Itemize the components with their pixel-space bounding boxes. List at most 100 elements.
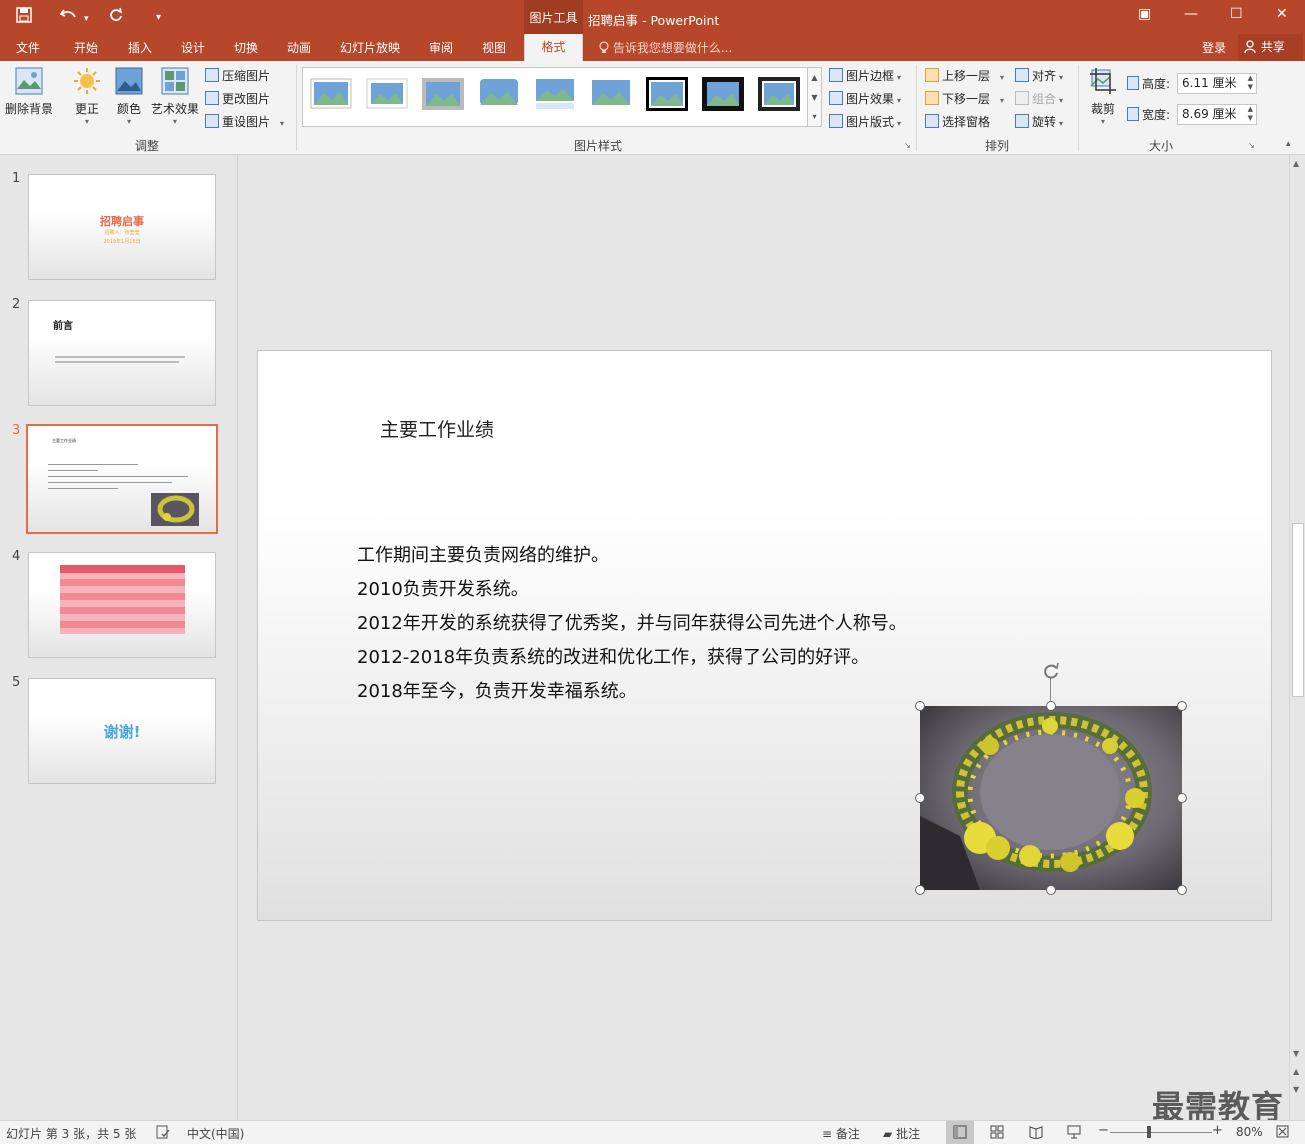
language-indicator[interactable]: 中文(中国) <box>187 1125 244 1142</box>
tab-home[interactable]: 开始 <box>74 39 98 56</box>
corrections-button[interactable]: 更正 ▾ <box>70 67 104 131</box>
selection-pane-button[interactable]: 选择窗格 <box>925 113 990 130</box>
comments-button[interactable]: ▰ 批注 <box>883 1125 920 1142</box>
zoom-in-button[interactable]: + <box>1212 1123 1223 1138</box>
styles-launcher-icon[interactable]: ↘ <box>904 141 911 150</box>
collapse-ribbon-icon[interactable]: ▴ <box>1286 139 1291 149</box>
slide-thumbnail-1[interactable]: 招聘启事 招聘人：张莹莹 2019年1月15日 <box>28 174 216 280</box>
tab-design[interactable]: 设计 <box>181 39 205 56</box>
minimize-icon[interactable]: — <box>1184 6 1198 22</box>
picture-style-thumb[interactable] <box>758 77 800 111</box>
picture-layout-button[interactable]: 图片版式 ▾ <box>829 113 901 130</box>
redo-icon[interactable] <box>108 7 124 27</box>
picture-style-thumb[interactable] <box>478 77 520 111</box>
width-spinner-icon[interactable]: ▲ ▼ <box>1248 105 1253 123</box>
undo-icon[interactable] <box>59 7 78 27</box>
resize-handle-sw[interactable] <box>915 885 925 895</box>
picture-style-thumb[interactable] <box>702 77 744 111</box>
current-slide[interactable]: 主要工作业绩 工作期间主要负责网络的维护。 2010负责开发系统。 2012年开… <box>257 350 1272 921</box>
scroll-up-icon[interactable]: ▲ <box>1293 159 1299 168</box>
fit-to-window-icon[interactable] <box>1276 1125 1289 1141</box>
gallery-scroll[interactable]: ▲ ▼ ▾ <box>808 67 822 127</box>
login-button[interactable]: 登录 <box>1202 39 1226 56</box>
resize-handle-n[interactable] <box>1046 701 1056 711</box>
picture-border-button[interactable]: 图片边框 ▾ <box>829 67 901 84</box>
compress-pictures-button[interactable]: 压缩图片 <box>205 67 270 84</box>
next-slide-icon[interactable]: ▼ <box>1293 1085 1299 1094</box>
slide-sorter-button[interactable] <box>990 1125 1004 1142</box>
slide-body-line[interactable]: 2010负责开发系统。 <box>357 575 529 601</box>
picture-style-thumb[interactable] <box>422 77 464 111</box>
crop-button[interactable]: 裁剪 ▾ <box>1086 67 1120 131</box>
customize-qa-icon[interactable]: ▾ <box>156 9 161 27</box>
undo-dropdown-icon[interactable]: ▾ <box>84 10 89 28</box>
resize-handle-ne[interactable] <box>1177 701 1187 711</box>
zoom-slider-thumb[interactable] <box>1147 1126 1151 1138</box>
previous-slide-icon[interactable]: ▲ <box>1293 1067 1299 1076</box>
slide-body-line[interactable]: 2012年开发的系统获得了优秀奖，并与同年获得公司先进个人称号。 <box>357 609 907 635</box>
tab-review[interactable]: 审阅 <box>429 39 453 56</box>
slide-thumbnail-5[interactable]: 谢谢! <box>28 678 216 784</box>
width-input[interactable]: 8.69 厘米 ▲ ▼ <box>1177 104 1257 125</box>
save-icon[interactable] <box>16 7 32 27</box>
send-backward-button[interactable]: 下移一层 ▾ <box>925 90 1004 107</box>
tab-view[interactable]: 视图 <box>482 39 506 56</box>
picture-style-thumb[interactable] <box>534 77 576 111</box>
zoom-level[interactable]: 80% <box>1236 1125 1263 1139</box>
ribbon-display-icon[interactable]: ▣ <box>1138 6 1151 22</box>
picture-effects-button[interactable]: 图片效果 ▾ <box>829 90 901 107</box>
gallery-down-icon[interactable]: ▼ <box>808 88 821 108</box>
size-launcher-icon[interactable]: ↘ <box>1248 141 1255 150</box>
resize-handle-se[interactable] <box>1177 885 1187 895</box>
slide-title[interactable]: 主要工作业绩 <box>380 415 494 442</box>
tab-file[interactable]: 文件 <box>16 39 40 56</box>
slide-thumbnail-3[interactable]: 主要工作业绩 <box>26 424 218 534</box>
resize-handle-nw[interactable] <box>915 701 925 711</box>
align-button[interactable]: 对齐 ▾ <box>1015 67 1063 84</box>
share-button[interactable]: 共享 <box>1238 34 1303 61</box>
tab-transitions[interactable]: 切换 <box>234 39 258 56</box>
resize-handle-w[interactable] <box>915 793 925 803</box>
resize-handle-s[interactable] <box>1046 885 1056 895</box>
notes-button[interactable]: ≡ 备注 <box>822 1125 860 1142</box>
gallery-more-icon[interactable]: ▾ <box>808 108 821 126</box>
reading-view-button[interactable] <box>1029 1125 1043 1142</box>
slideshow-button[interactable] <box>1067 1125 1081 1142</box>
artistic-effects-button[interactable]: 艺术效果 ▾ <box>150 67 200 131</box>
scroll-down-icon[interactable]: ▼ <box>1293 1049 1299 1058</box>
tell-me-search[interactable]: 告诉我您想要做什么... <box>599 39 732 56</box>
picture-style-thumb[interactable] <box>590 77 632 111</box>
slide-body-line[interactable]: 工作期间主要负责网络的维护。 <box>357 541 609 567</box>
zoom-out-button[interactable]: − <box>1098 1123 1109 1138</box>
tab-format[interactable]: 格式 <box>524 34 583 61</box>
tab-animations[interactable]: 动画 <box>287 39 311 56</box>
tab-slideshow[interactable]: 幻灯片放映 <box>340 39 400 56</box>
normal-view-button[interactable] <box>946 1121 974 1144</box>
tab-insert[interactable]: 插入 <box>128 39 152 56</box>
resize-handle-e[interactable] <box>1177 793 1187 803</box>
reset-picture-button[interactable]: 重设图片 ▾ <box>205 113 284 130</box>
rotate-button[interactable]: 旋转 ▾ <box>1015 113 1063 130</box>
height-spinner-icon[interactable]: ▲ ▼ <box>1248 74 1253 92</box>
scroll-thumb[interactable] <box>1292 523 1304 697</box>
slide-body-line[interactable]: 2012-2018年负责系统的改进和优化工作，获得了公司的好评。 <box>357 643 869 669</box>
change-picture-button[interactable]: 更改图片 <box>205 90 270 107</box>
picture-style-thumb[interactable] <box>646 77 688 111</box>
rotate-handle-icon[interactable] <box>1041 661 1061 681</box>
color-button[interactable]: 颜色 ▾ <box>112 67 146 131</box>
slide-thumbnail-2[interactable]: 前言 <box>28 300 216 406</box>
slide-body-line[interactable]: 2018年至今，负责开发幸福系统。 <box>357 677 637 703</box>
selected-picture[interactable] <box>920 706 1182 890</box>
close-icon[interactable]: ✕ <box>1276 6 1288 22</box>
picture-style-thumb[interactable] <box>366 77 408 111</box>
bring-forward-button[interactable]: 上移一层 ▾ <box>925 67 1004 84</box>
group-button[interactable]: 组合 ▾ <box>1015 90 1063 107</box>
picture-style-thumb[interactable] <box>310 77 352 111</box>
vertical-scrollbar[interactable]: ▲ ▼ ▲ ▼ <box>1289 155 1305 1120</box>
slide-thumbnail-4[interactable] <box>28 552 216 658</box>
gallery-up-icon[interactable]: ▲ <box>808 68 821 88</box>
zoom-slider-track[interactable] <box>1110 1132 1212 1133</box>
height-input[interactable]: 6.11 厘米 ▲ ▼ <box>1177 73 1257 94</box>
spell-check-icon[interactable] <box>156 1125 170 1142</box>
maximize-icon[interactable]: ☐ <box>1230 6 1243 22</box>
